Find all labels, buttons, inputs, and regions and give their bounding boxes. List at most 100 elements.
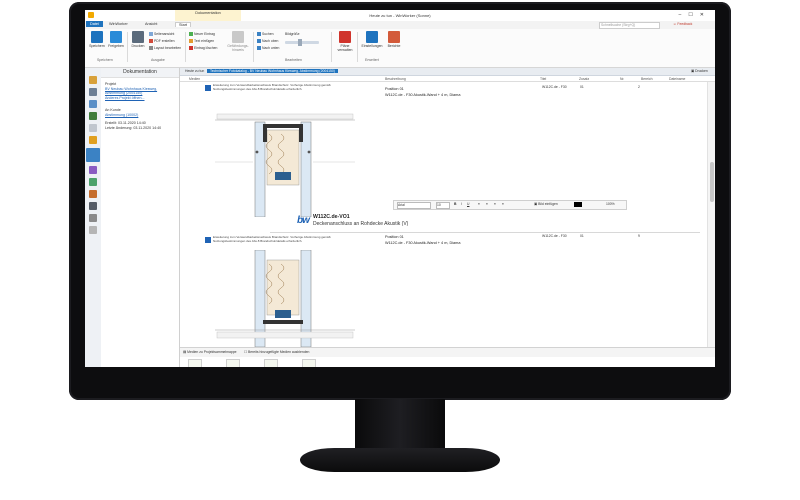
machine-icon[interactable]	[89, 202, 97, 210]
tab-winworker[interactable]: WinWorker	[109, 22, 128, 26]
settings-button[interactable]: Einstellungen	[359, 31, 385, 48]
delete-entry-button[interactable]: Eintrag löschen	[189, 46, 217, 50]
media-thumbnail[interactable]	[226, 359, 240, 367]
print-button[interactable]: Drucken	[129, 31, 147, 48]
application-screen: Dokumentation Heute zu tun - WinWorker (…	[85, 10, 715, 367]
vertical-scrollbar[interactable]	[707, 82, 715, 347]
align-left-icon[interactable]: ≡	[478, 202, 480, 206]
entry-description: W112C.de - F30 Akustik-Wand + 4 m, Diama	[385, 241, 461, 245]
justify-icon[interactable]: ≡	[502, 202, 504, 206]
plant-icon[interactable]	[89, 178, 97, 186]
slider-handle[interactable]	[298, 39, 302, 46]
entry-title-field[interactable]: W112C.de - F30	[542, 85, 567, 89]
tab-datei[interactable]: Datei	[86, 21, 103, 27]
zoom-select[interactable]: 100%	[606, 202, 615, 206]
media-thumbnail[interactable]	[264, 359, 278, 367]
warning-icon	[232, 31, 244, 43]
entry-position: Position 01	[385, 235, 404, 239]
brand-icon	[205, 237, 211, 243]
reports-button[interactable]: Berichte	[385, 31, 403, 48]
contacts-icon[interactable]	[89, 88, 97, 96]
feedback-link[interactable]: ☺ Feedback	[673, 22, 692, 26]
settings-icon[interactable]	[89, 214, 97, 222]
entry-area-field[interactable]: 2	[638, 85, 640, 89]
column-number[interactable]: Nr.	[620, 77, 624, 81]
tab-today[interactable]: Heute zu tun	[182, 69, 207, 73]
column-media[interactable]: Medien	[189, 77, 200, 81]
media-thumbnail[interactable]	[188, 359, 202, 367]
image-size-label: Bildgröße	[285, 32, 300, 36]
column-extra[interactable]: Zusatz	[579, 77, 589, 81]
folder-icon[interactable]	[89, 136, 97, 144]
separator	[185, 32, 186, 62]
created-date: Erstellt: 03.11.2020 14:40	[105, 121, 146, 125]
text-color-picker[interactable]	[574, 202, 582, 207]
save-icon	[91, 31, 103, 43]
insert-text-button[interactable]: Text einfügen	[189, 39, 214, 43]
plans-button[interactable]: Pläne verwalten	[335, 31, 355, 52]
quick-search-input[interactable]: Schnellsuche (Strg+Q)	[599, 22, 660, 29]
add-media-button[interactable]: ▤ Medien zu Projektsammelmappe	[183, 350, 237, 354]
move-up-button[interactable]: Nach oben	[257, 39, 278, 43]
documentation-panel: Dokumentation Projekt BV Neubau Wohnhaus…	[101, 68, 180, 367]
project-link[interactable]: BV Neubau Wohnhaus Kiesweg, Abstimmung (…	[105, 87, 175, 95]
entry-area-field[interactable]: 9	[638, 234, 640, 238]
document-content: Erweiterung zum Verwendbarkeitsnachweis …	[180, 82, 707, 347]
time-icon[interactable]	[89, 166, 97, 174]
window-controls[interactable]: –☐✕	[679, 12, 711, 18]
project-icon[interactable]	[89, 112, 97, 120]
insert-image-button[interactable]: ▣ Bild einfügen	[534, 202, 558, 206]
separator	[253, 32, 254, 62]
page-preview-button[interactable]: Seitenansicht	[149, 32, 174, 36]
pdf-button[interactable]: PDF erstellen	[149, 39, 175, 43]
customer-link[interactable]: Abstimmung (10002)	[105, 113, 138, 117]
plans-icon	[339, 31, 351, 43]
tab-start[interactable]: Start	[175, 22, 192, 27]
align-center-icon[interactable]: ≡	[486, 202, 488, 206]
new-entry-button[interactable]: Neuer Eintrag	[189, 32, 215, 36]
insert-image-label: Bild einfügen	[538, 202, 558, 206]
align-right-icon[interactable]: ≡	[494, 202, 496, 206]
column-area[interactable]: Bereich	[641, 77, 653, 81]
tab-photo-catalog[interactable]: Technischer Fotokatalog - BV Neubau Wohn…	[207, 69, 338, 73]
hide-media-label: Bereits hinzugefügte Medien ausblenden	[247, 350, 310, 354]
bold-button[interactable]: B	[454, 202, 456, 206]
hide-media-checkbox[interactable]: ☐ Bereits hinzugefügte Medien ausblenden	[244, 350, 309, 354]
image-size-slider[interactable]	[285, 41, 319, 44]
scrollbar-thumb[interactable]	[710, 162, 714, 202]
entry-extra-field[interactable]: 01	[580, 85, 584, 89]
printer-icon	[132, 31, 144, 43]
material-icon[interactable]	[89, 190, 97, 198]
document-icon[interactable]	[89, 124, 97, 132]
separator	[331, 32, 332, 62]
print-tab-button[interactable]: ▣ Drucken	[688, 69, 711, 73]
move-down-button[interactable]: Nach unten	[257, 46, 279, 50]
gear-icon	[366, 31, 378, 43]
separator	[127, 32, 128, 62]
search-button[interactable]: Suchen	[257, 32, 274, 36]
tab-ansicht[interactable]: Ansicht	[145, 22, 157, 26]
font-size-select[interactable]: 10	[436, 202, 450, 209]
column-description[interactable]: Beschreibung	[385, 77, 406, 81]
documentation-icon[interactable]	[86, 148, 100, 162]
entry-extra-field[interactable]: 01	[580, 234, 584, 238]
media-thumbnail[interactable]	[302, 359, 316, 367]
italic-button[interactable]: I	[461, 202, 462, 206]
calendar-icon[interactable]	[89, 100, 97, 108]
hazard-notes-button[interactable]: Gefährdungs-hinweis	[225, 31, 251, 52]
settings-label: Einstellungen	[361, 44, 383, 48]
underline-button[interactable]: U	[467, 202, 469, 206]
column-title[interactable]: Titel	[540, 77, 546, 81]
column-filename[interactable]: Dateiname	[669, 77, 685, 81]
share-button[interactable]: Freigeben	[107, 31, 125, 48]
change-project-link[interactable]: Anderes Projekt öffnen...	[105, 96, 145, 100]
help-icon[interactable]	[89, 226, 97, 234]
save-button[interactable]: Speichern	[88, 31, 106, 48]
home-icon[interactable]	[89, 76, 97, 84]
navigation-rail	[85, 68, 102, 367]
layout-edit-button[interactable]: Layout bearbeiten	[149, 46, 181, 50]
feedback-label: Feedback	[677, 22, 693, 26]
pdf-label: PDF erstellen	[154, 39, 175, 43]
entry-title-field[interactable]: W112C.de - F30	[542, 234, 567, 238]
font-select[interactable]: Arial	[397, 202, 431, 209]
